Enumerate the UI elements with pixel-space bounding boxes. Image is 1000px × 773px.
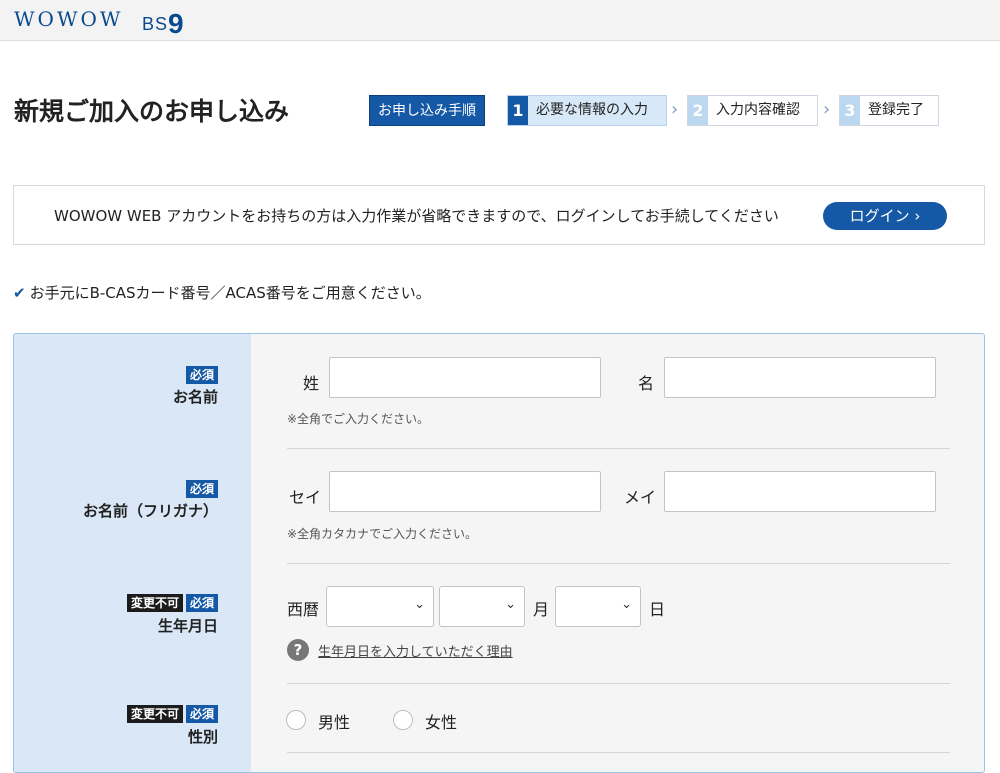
page-title: 新規ご加入のお申し込み <box>14 97 290 126</box>
birth-month-select[interactable]: ⌄ <box>439 586 525 627</box>
kana-badges: 必須 <box>183 478 218 498</box>
last-kana-input[interactable] <box>329 471 601 512</box>
kana-label: お名前（フリガナ） <box>82 502 218 520</box>
chevron-down-icon: ⌄ <box>621 597 632 612</box>
login-message: WOWOW WEB アカウントをお持ちの方は入力作業が省略できますので、ログイン… <box>54 207 779 225</box>
gender-badges: 変更不可 必須 <box>124 703 218 723</box>
first-name-label: 名 <box>638 374 655 393</box>
bs-logo-text: BS <box>142 14 169 34</box>
kana-note: ※全角カタカナでご入力ください。 <box>287 527 478 541</box>
step-2-label: 入力内容確認 <box>716 102 800 118</box>
divider <box>287 752 950 753</box>
check-icon: ✔ <box>13 284 26 302</box>
prepare-card-notice: ✔ お手元にB-CASカード番号／ACAS番号をご用意ください。 <box>13 282 431 303</box>
step-arrow-icon: › <box>823 99 831 120</box>
chevron-down-icon: ⌄ <box>505 597 516 612</box>
gender-male-label[interactable]: 男性 <box>318 709 350 733</box>
name-note: ※全角でご入力ください。 <box>287 412 430 426</box>
last-name-label: 姓 <box>303 374 320 393</box>
divider <box>287 683 950 684</box>
login-prompt: WOWOW WEB アカウントをお持ちの方は入力作業が省略できますので、ログイン… <box>13 185 985 245</box>
birth-year-select[interactable]: ⌄ <box>326 586 434 627</box>
notice-text: お手元にB-CASカード番号／ACAS番号をご用意ください。 <box>29 284 431 302</box>
first-kana-label: メイ <box>624 488 657 507</box>
era-label: 西暦 <box>287 600 320 619</box>
help-icon[interactable]: ? <box>287 639 309 661</box>
site-header: WOWOW BS9 <box>0 0 1000 41</box>
step-3-number: 3 <box>840 96 860 125</box>
last-kana-label: セイ <box>289 488 322 507</box>
first-kana-input[interactable] <box>664 471 936 512</box>
divider <box>287 448 950 449</box>
required-badge: 必須 <box>185 594 218 612</box>
step-2: 2 入力内容確認 <box>687 95 818 126</box>
bs-logo-nine: 9 <box>168 8 185 39</box>
step-3: 3 登録完了 <box>839 95 939 126</box>
step-2-number: 2 <box>688 96 708 125</box>
birth-day-select[interactable]: ⌄ <box>555 586 641 627</box>
birth-reason-link[interactable]: 生年月日を入力していただく理由 <box>318 641 513 660</box>
gender-male-radio[interactable] <box>286 710 306 730</box>
chevron-down-icon: ⌄ <box>414 597 425 612</box>
step-arrow-icon: › <box>671 99 679 120</box>
name-badges: 必須 <box>183 364 218 384</box>
last-name-input[interactable] <box>329 357 601 398</box>
bs9-logo[interactable]: BS9 <box>142 5 185 39</box>
first-name-input[interactable] <box>664 357 936 398</box>
step-1-label: 必要な情報の入力 <box>536 102 648 118</box>
name-label: お名前 <box>172 388 218 406</box>
step-3-label: 登録完了 <box>868 102 924 118</box>
required-badge: 必須 <box>185 366 218 384</box>
birth-badges: 変更不可 必須 <box>124 592 218 612</box>
birth-label: 生年月日 <box>157 617 218 635</box>
month-label: 月 <box>533 600 550 619</box>
required-badge: 必須 <box>185 705 218 723</box>
registration-form: 必須 お名前 姓 名 ※全角でご入力ください。 必須 お名前（フリガナ） セイ … <box>13 333 985 773</box>
gender-female-radio[interactable] <box>393 710 413 730</box>
procedure-button[interactable]: お申し込み手順 <box>369 95 485 126</box>
wowow-logo[interactable]: WOWOW <box>14 7 123 31</box>
locked-badge: 変更不可 <box>126 705 183 723</box>
day-label: 日 <box>649 600 666 619</box>
locked-badge: 変更不可 <box>126 594 183 612</box>
login-button[interactable]: ログイン › <box>823 202 947 230</box>
step-1: 1 必要な情報の入力 <box>507 95 667 126</box>
gender-female-label[interactable]: 女性 <box>425 709 457 733</box>
gender-label: 性別 <box>187 728 218 746</box>
divider <box>287 563 950 564</box>
required-badge: 必須 <box>185 480 218 498</box>
step-1-number: 1 <box>508 96 528 125</box>
